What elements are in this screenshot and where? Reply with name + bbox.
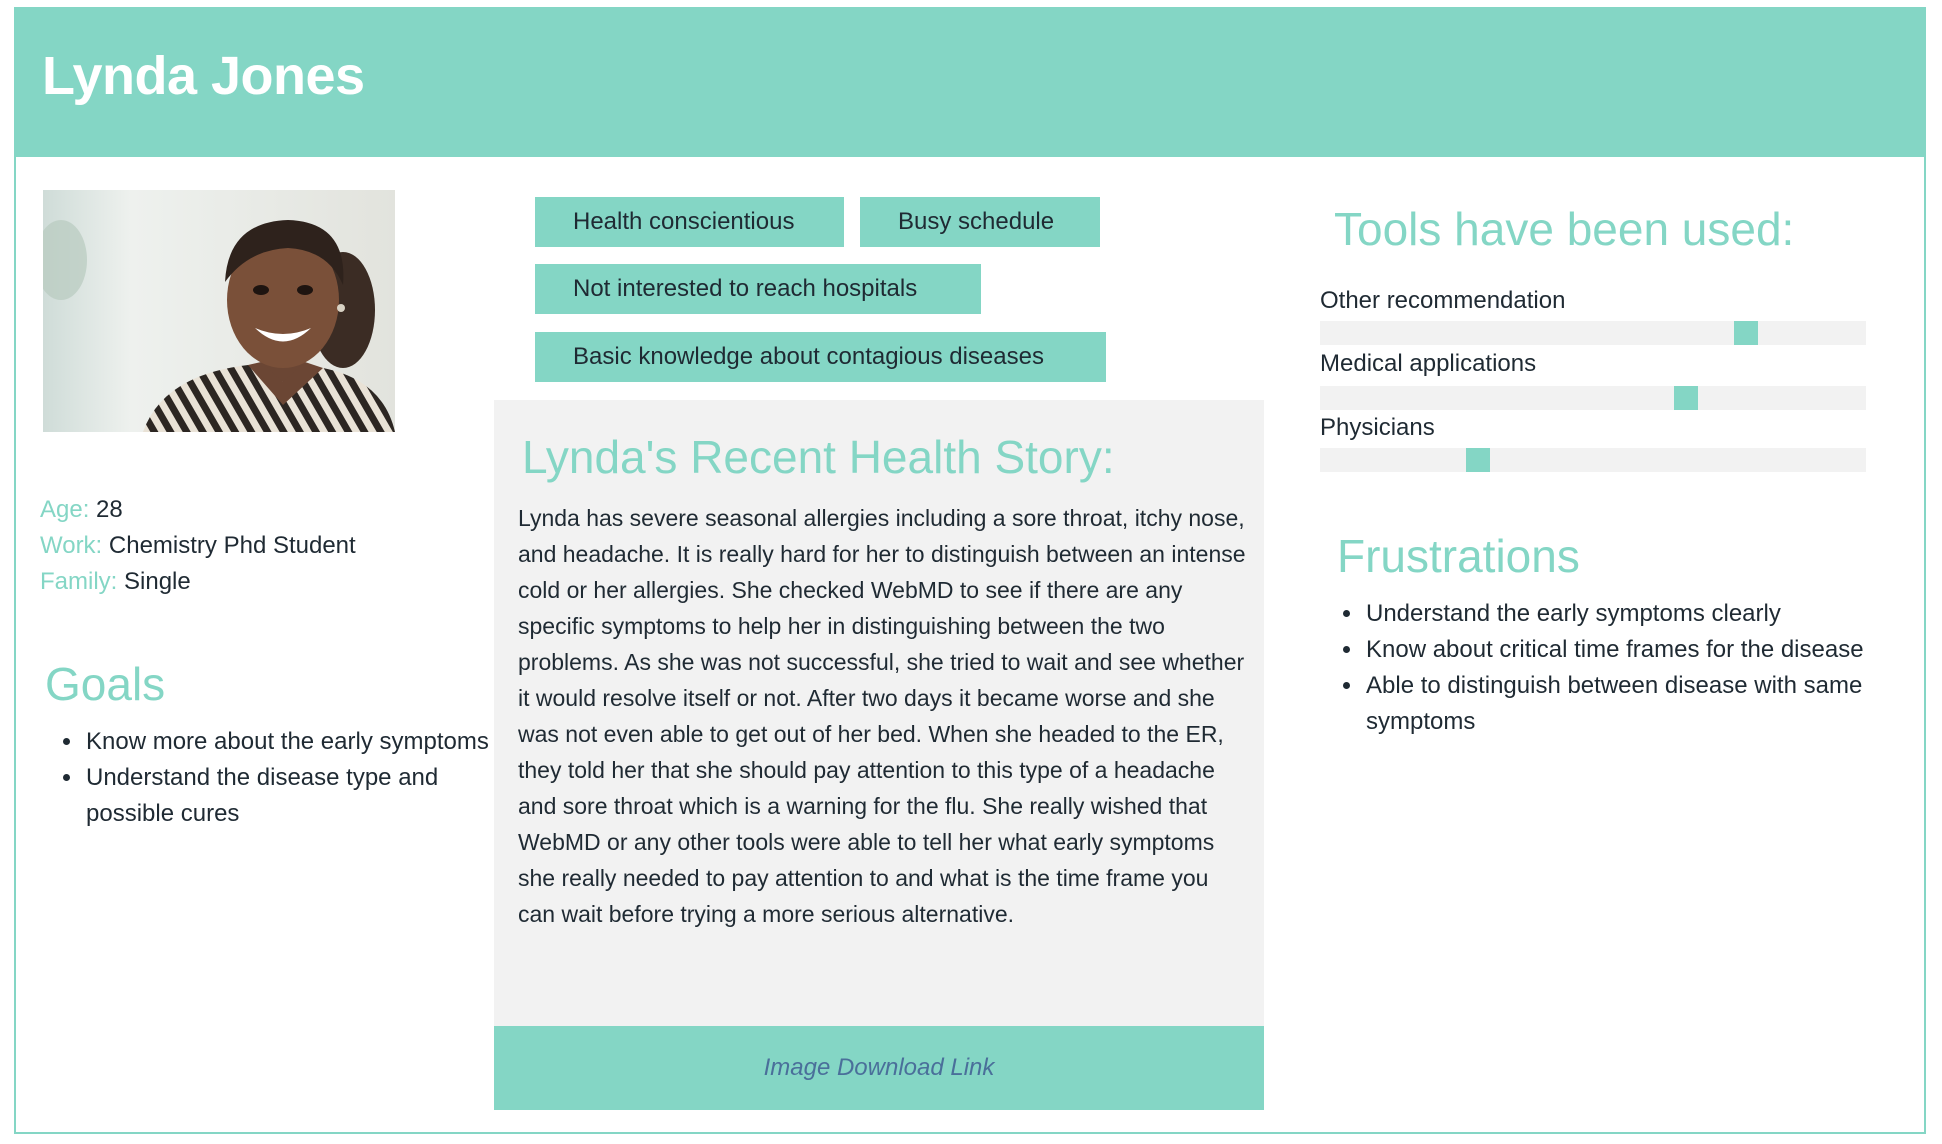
slider-thumb[interactable]	[1466, 448, 1491, 472]
family-label: Family:	[40, 568, 118, 595]
age-label: Age:	[40, 496, 90, 523]
age-value: 28	[96, 496, 123, 523]
slider-thumb[interactable]	[1673, 386, 1698, 410]
tool-slider-medical-applications[interactable]	[1320, 386, 1866, 410]
tag-health-conscientious[interactable]: Health conscientious	[535, 197, 844, 247]
age-row: Age: 28	[40, 496, 123, 524]
tag-busy-schedule[interactable]: Busy schedule	[860, 197, 1100, 247]
tool-label-physicians: Physicians	[1320, 414, 1435, 441]
goals-item: Understand the disease type and possible…	[84, 760, 504, 832]
frustrations-title: Frustrations	[1337, 530, 1580, 582]
goals-title: Goals	[45, 658, 166, 710]
story-title: Lynda's Recent Health Story:	[522, 431, 1115, 483]
persona-photo	[43, 190, 395, 432]
tools-title: Tools have been used:	[1334, 203, 1795, 255]
persona-name: Lynda Jones	[42, 46, 365, 106]
frustrations-item: Understand the early symptoms clearly	[1364, 596, 1924, 632]
tool-label-medical-applications: Medical applications	[1320, 350, 1537, 377]
goals-item: Know more about the early symptoms	[84, 724, 504, 760]
work-label: Work:	[40, 532, 103, 559]
goals-list: Know more about the early symptoms Under…	[56, 724, 504, 832]
image-download-link[interactable]: Image Download Link	[764, 1054, 995, 1081]
story-text: Lynda has severe seasonal allergies incl…	[518, 505, 1246, 927]
tag-not-interested-hospitals[interactable]: Not interested to reach hospitals	[535, 264, 981, 314]
family-value: Single	[124, 568, 191, 595]
frustrations-item: Know about critical time frames for the …	[1364, 632, 1924, 668]
download-bar: Image Download Link	[494, 1026, 1264, 1110]
tool-slider-physicians[interactable]	[1320, 448, 1866, 472]
tool-label-other-recommendation: Other recommendation	[1320, 287, 1566, 314]
portrait-image	[43, 190, 395, 432]
work-value: Chemistry Phd Student	[108, 532, 356, 559]
tag-basic-knowledge[interactable]: Basic knowledge about contagious disease…	[535, 332, 1106, 382]
family-row: Family: Single	[40, 568, 191, 596]
frustrations-item: Able to distinguish between disease with…	[1364, 668, 1924, 740]
slider-thumb[interactable]	[1733, 321, 1758, 345]
persona-header: Lynda Jones	[16, 9, 1924, 157]
health-story-panel: Lynda's Recent Health Story: Lynda has s…	[494, 400, 1264, 1026]
frustrations-list: Understand the early symptoms clearly Kn…	[1336, 596, 1924, 740]
tool-slider-other-recommendation[interactable]	[1320, 321, 1866, 345]
work-row: Work: Chemistry Phd Student	[40, 532, 356, 560]
